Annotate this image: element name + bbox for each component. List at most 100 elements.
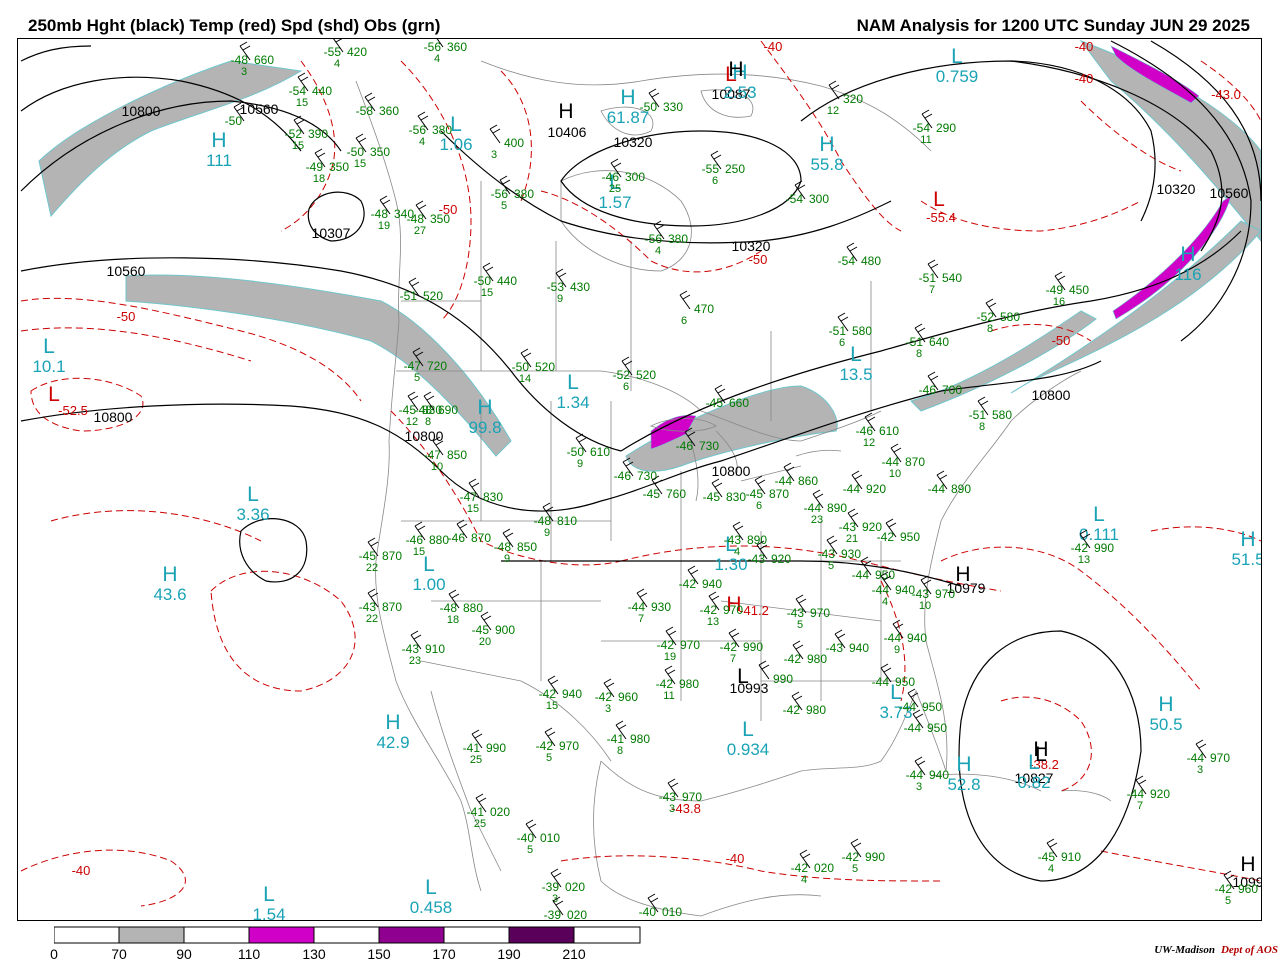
obs-temp: -54 (913, 121, 931, 135)
obs-dewpoint-spread: 4 (419, 136, 425, 148)
obs-height: 610 (879, 424, 899, 438)
height-contour-label: 10800 (405, 428, 444, 444)
wind-barb-flag (939, 474, 948, 480)
obs-temp: -56 (491, 187, 509, 201)
station-observations: -48 6603-55 4204-56 3604-54 44015-50-58 360-5… (225, 39, 1258, 920)
coastline-gulf (600, 760, 882, 802)
obs-height: 350 (329, 160, 349, 174)
wind-barb-flag (420, 115, 429, 121)
wind-barb-flag (417, 111, 426, 117)
pressure-center-symbol: H (162, 563, 177, 586)
obs-height: 010 (540, 831, 560, 845)
obs-dewpoint-spread: 8 (916, 348, 922, 360)
height-contour-north-west-top (20, 45, 92, 62)
obs-height: 360 (447, 40, 467, 54)
obs-height: 900 (495, 623, 515, 637)
pressure-center-value: 13.5 (839, 365, 872, 384)
obs-dewpoint-spread: 21 (846, 533, 858, 545)
obs-temp: -42 (784, 652, 802, 666)
obs-dewpoint-spread: 15 (354, 158, 366, 170)
wind-barb-flag (1135, 775, 1144, 781)
obs-temp: -42 (656, 677, 674, 691)
pressure-center-symbol: H (620, 86, 635, 109)
obs-temp: -45 (706, 396, 724, 410)
wind-barb-flag (418, 204, 427, 210)
obs-temp: -58 (356, 104, 374, 118)
obs-height: 760 (666, 487, 686, 501)
wind-barb-flag (783, 462, 792, 468)
wind-barb-staff (679, 294, 691, 310)
temp-contour-40-southwest (210, 570, 356, 692)
wind-barb-flag (485, 266, 494, 272)
pressure-center-value: 55.8 (810, 155, 843, 174)
pressure-center-value: 1.06 (439, 135, 472, 154)
obs-height: 940 (929, 768, 949, 782)
temp-contour-atlantic-2 (940, 546, 1202, 692)
pressure-center-symbol: H (1240, 853, 1255, 876)
wind-barb-flag (802, 853, 811, 859)
wind-barb-flag (314, 148, 323, 154)
analysis-time: NAM Analysis for 1200 UTC Sunday JUN 29 … (856, 16, 1250, 35)
wind-barb-flag (847, 508, 856, 514)
station-obs: -51 540 7 (919, 259, 962, 296)
obs-height: 970 (723, 603, 743, 617)
obs-dewpoint-spread: 25 (609, 183, 621, 195)
obs-temp: -54 (838, 254, 856, 268)
obs-height: 350 (430, 212, 450, 226)
height-contour-label: 10800 (1032, 387, 1071, 403)
obs-dewpoint-spread: 16 (1053, 296, 1065, 308)
wind-barb-flag (812, 489, 821, 495)
pressure-center-value: 43.6 (153, 585, 186, 604)
obs-height: 960 (618, 690, 638, 704)
obs-height: 450 (1069, 283, 1089, 297)
temp-contour-label: -40 (726, 851, 745, 866)
wind-barb-flag (621, 356, 630, 362)
wind-barb-flag (1198, 743, 1207, 749)
temp-contour-label: -50 (117, 309, 136, 324)
wind-barb-flag (575, 433, 584, 439)
station-obs: -41 980 8 (607, 720, 650, 757)
height-contour-10087-north (560, 130, 802, 227)
pressure-center-symbol: L (247, 483, 259, 506)
wind-barb-flag (854, 474, 863, 480)
obs-height: 830 (483, 490, 503, 504)
pressure-center-value: 1.30 (714, 555, 747, 574)
wind-barb-flag (728, 628, 737, 634)
height-contour-low-west (239, 518, 308, 583)
station-obs: -51 580 8 (969, 396, 1012, 433)
wind-barb-flag (478, 797, 487, 803)
obs-height: 730 (637, 469, 657, 483)
wind-barb-flag (618, 724, 627, 730)
wind-barb-flag (921, 109, 930, 115)
obs-height: 970 (682, 790, 702, 804)
wind-barb-flag (1138, 779, 1147, 785)
obs-dewpoint-spread: 10 (889, 468, 901, 480)
obs-temp: -40 (639, 905, 657, 919)
wind-barb-flag (860, 556, 869, 562)
obs-dewpoint-spread: 27 (414, 225, 426, 237)
obs-temp: -52 (613, 368, 631, 382)
obs-height: 870 (905, 455, 925, 469)
obs-height: 970 (680, 638, 700, 652)
wind-barb-flag (492, 128, 501, 134)
pressure-center-symbol: L (48, 383, 60, 406)
station-obs: -41 020 25 (467, 793, 510, 830)
obs-height: 980 (679, 677, 699, 691)
coastline-baja (430, 690, 502, 872)
wind-barb-flag (930, 263, 939, 269)
obs-temp: -45 (746, 487, 764, 501)
station-obs: -42 020 4 (791, 849, 834, 886)
obs-temp: -44 (872, 583, 890, 597)
obs-height: 980 (807, 652, 827, 666)
obs-height: 420 (347, 45, 367, 59)
obs-dewpoint-spread: 13 (707, 616, 719, 628)
wind-barb-flag (358, 137, 367, 143)
pressure-center-value: 1.57 (598, 193, 631, 212)
wind-barb-flag (980, 400, 989, 406)
wind-barb-flag (650, 897, 659, 903)
obs-dewpoint-spread: 4 (434, 53, 440, 65)
station-obs: 470 6 (679, 290, 714, 327)
wind-barb-flag (520, 348, 529, 354)
obs-temp: -44 (775, 474, 793, 488)
obs-height: 660 (254, 53, 274, 67)
